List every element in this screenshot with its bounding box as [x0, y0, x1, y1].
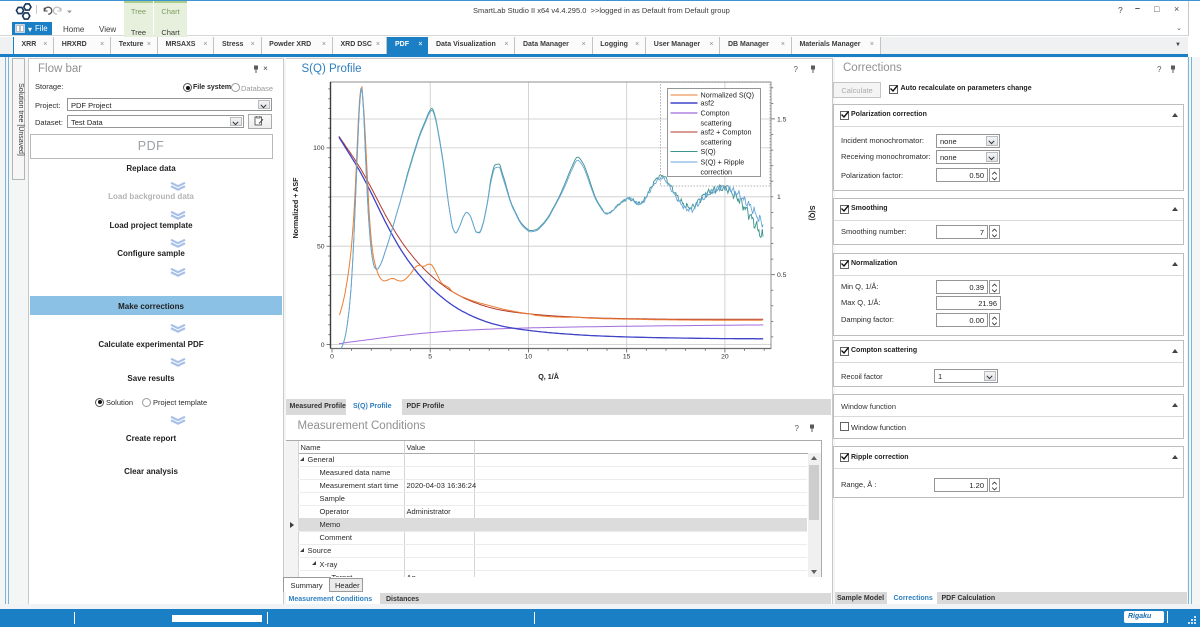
svg-text:asf2: asf2 — [700, 98, 714, 107]
svg-text:1.5: 1.5 — [777, 116, 787, 123]
svg-text:50: 50 — [316, 243, 324, 250]
svg-text:0.5: 0.5 — [777, 272, 787, 279]
svg-text:5: 5 — [428, 353, 432, 360]
svg-text:0: 0 — [320, 341, 324, 348]
svg-text:asf2 + Compton: asf2 + Compton — [700, 127, 751, 136]
svg-text:scattering: scattering — [700, 137, 731, 146]
svg-text:100: 100 — [313, 145, 325, 152]
svg-text:S(Q): S(Q) — [808, 205, 817, 221]
svg-text:15: 15 — [622, 353, 630, 360]
svg-text:scattering: scattering — [700, 118, 731, 127]
svg-text:Compton: Compton — [700, 108, 729, 117]
svg-text:20: 20 — [721, 353, 729, 360]
svg-text:S(Q): S(Q) — [700, 147, 715, 156]
svg-text:Q, 1/Å: Q, 1/Å — [538, 372, 559, 381]
svg-text:Normalized + ASF: Normalized + ASF — [291, 176, 300, 238]
svg-text:10: 10 — [524, 353, 532, 360]
svg-text:S(Q) + Ripple: S(Q) + Ripple — [700, 157, 744, 166]
svg-text:1: 1 — [777, 194, 781, 201]
svg-text:correction: correction — [700, 167, 732, 176]
svg-text:0: 0 — [330, 353, 334, 360]
